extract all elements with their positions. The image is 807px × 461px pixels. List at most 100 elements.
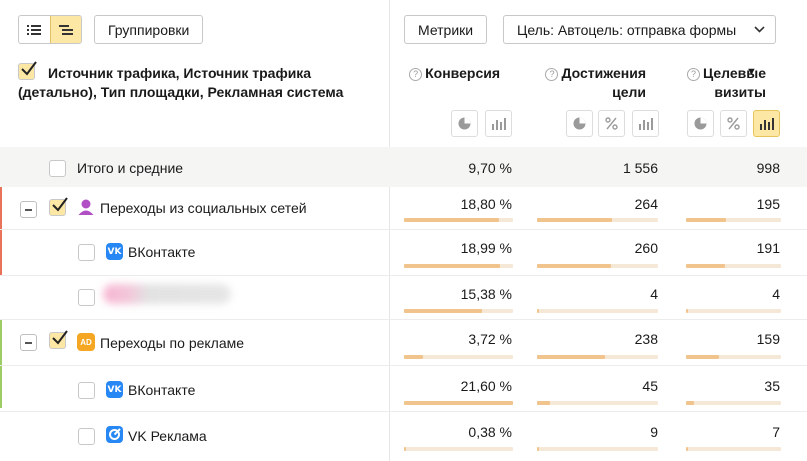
row-conversion: 18,80 % (460, 196, 512, 212)
row-checkbox[interactable] (78, 428, 95, 445)
row-conversion: 0,38 % (468, 424, 512, 440)
dimensions-title: Источник трафика, Источник трафика (дета… (18, 65, 344, 100)
social-group-marker (0, 187, 2, 275)
conversion-bar-track (404, 447, 513, 451)
row-label[interactable]: Переходы по рекламе (100, 335, 244, 351)
goal-select[interactable]: Цель: Автоцель: отправка формы (503, 15, 776, 44)
row-divider (0, 229, 807, 230)
conversion-bar-fill (404, 264, 500, 268)
row-checkbox[interactable] (49, 330, 68, 349)
conversion-bar-track (404, 309, 513, 313)
visits-bar-track (686, 447, 781, 451)
visits-bar-fill (686, 401, 694, 405)
visits-bar-fill (686, 355, 719, 359)
conversion-bar-fill (404, 401, 513, 405)
tree-view-button[interactable] (49, 16, 81, 43)
reaches-bar-track (537, 309, 658, 313)
list-view-button[interactable] (19, 16, 50, 43)
pie-chart-icon (694, 117, 707, 130)
row-conversion: 15,38 % (460, 286, 512, 302)
vk-icon: VK (106, 243, 123, 260)
redacted-source-label (103, 284, 231, 304)
row-divider (0, 319, 807, 320)
groupings-button[interactable]: Группировки (94, 15, 204, 44)
goal-reaches-header[interactable]: ? Достижения цели (537, 64, 646, 102)
reaches-bar-track (537, 401, 658, 405)
reaches-bars-button[interactable] (632, 110, 659, 137)
row-divider (0, 365, 807, 366)
reaches-bar-track (537, 355, 658, 359)
conversion-bar-fill (404, 309, 482, 313)
visits-bar-fill (686, 218, 726, 222)
totals-conversion: 9,70 % (468, 160, 512, 176)
visits-bar-fill (686, 447, 688, 451)
row-divider (0, 275, 807, 276)
conversion-pie-button[interactable] (451, 110, 478, 137)
social-networks-icon (78, 199, 94, 215)
row-label[interactable]: ВКонтакте (128, 244, 195, 260)
bar-chart-icon (639, 118, 653, 130)
totals-checkbox[interactable] (49, 160, 66, 177)
checkmark-icon (52, 330, 68, 345)
row-label[interactable]: VK Реклама (128, 428, 207, 444)
sort-desc-icon[interactable]: ▼ (746, 66, 757, 78)
conversion-header[interactable]: ? Конверсия (404, 64, 500, 83)
reaches-bar-track (537, 218, 658, 222)
vk-ads-icon (106, 426, 123, 443)
visits-bar-fill (686, 264, 725, 268)
row-checkbox[interactable] (49, 197, 68, 216)
row-label[interactable]: ВКонтакте (128, 382, 195, 398)
help-icon[interactable]: ? (545, 68, 559, 81)
percent-icon (605, 117, 618, 130)
help-icon[interactable]: ? (686, 68, 700, 81)
bar-chart-icon (760, 118, 774, 130)
reaches-bar-fill (537, 401, 550, 405)
row-checkbox[interactable] (78, 382, 95, 399)
row-checkbox[interactable] (78, 244, 95, 261)
reaches-percent-button[interactable] (598, 110, 625, 137)
visits-bar-track (686, 264, 781, 268)
conversion-bars-button[interactable] (485, 110, 512, 137)
visits-bar-track (686, 309, 781, 313)
visits-pie-button[interactable] (687, 110, 714, 137)
reaches-pie-button[interactable] (566, 110, 593, 137)
checkmark-icon (52, 197, 68, 212)
list-view-icon (27, 24, 42, 35)
ads-group-marker (0, 320, 2, 408)
totals-label: Итого и средние (77, 160, 184, 176)
visits-bar-track (686, 218, 781, 222)
reaches-bar-fill (537, 355, 605, 359)
conversion-bar-track (404, 218, 513, 222)
row-reaches: 4 (650, 286, 658, 302)
row-reaches: 264 (634, 196, 658, 212)
view-mode-toggle (18, 15, 82, 44)
metrics-button[interactable]: Метрики (404, 15, 488, 44)
ads-icon: AD (77, 333, 95, 351)
visits-bars-button[interactable] (753, 110, 780, 137)
bar-chart-icon (492, 118, 506, 130)
reaches-bar-fill (537, 309, 539, 313)
row-visits: 35 (764, 378, 780, 394)
visits-bar-fill (686, 309, 688, 313)
reaches-bar-track (537, 447, 658, 451)
chevron-down-icon (754, 26, 765, 33)
row-visits: 195 (756, 196, 780, 212)
visits-bar-track (686, 355, 781, 359)
row-reaches: 45 (642, 378, 658, 394)
reaches-bar-track (537, 264, 658, 268)
reaches-bar-fill (537, 218, 612, 222)
conversion-bar-track (404, 401, 513, 405)
row-visits: 159 (756, 331, 780, 347)
row-visits: 7 (772, 424, 780, 440)
percent-icon (727, 117, 740, 130)
conversion-bar-fill (404, 355, 423, 359)
row-checkbox[interactable] (78, 289, 95, 306)
conversion-header-label: Конверсия (425, 65, 500, 81)
help-icon[interactable]: ? (409, 68, 423, 81)
vk-icon: VK (106, 381, 123, 398)
totals-visits: 998 (756, 160, 780, 176)
collapse-button[interactable] (20, 334, 37, 351)
row-label[interactable]: Переходы из социальных сетей (100, 200, 307, 216)
collapse-button[interactable] (20, 201, 37, 218)
visits-percent-button[interactable] (720, 110, 747, 137)
